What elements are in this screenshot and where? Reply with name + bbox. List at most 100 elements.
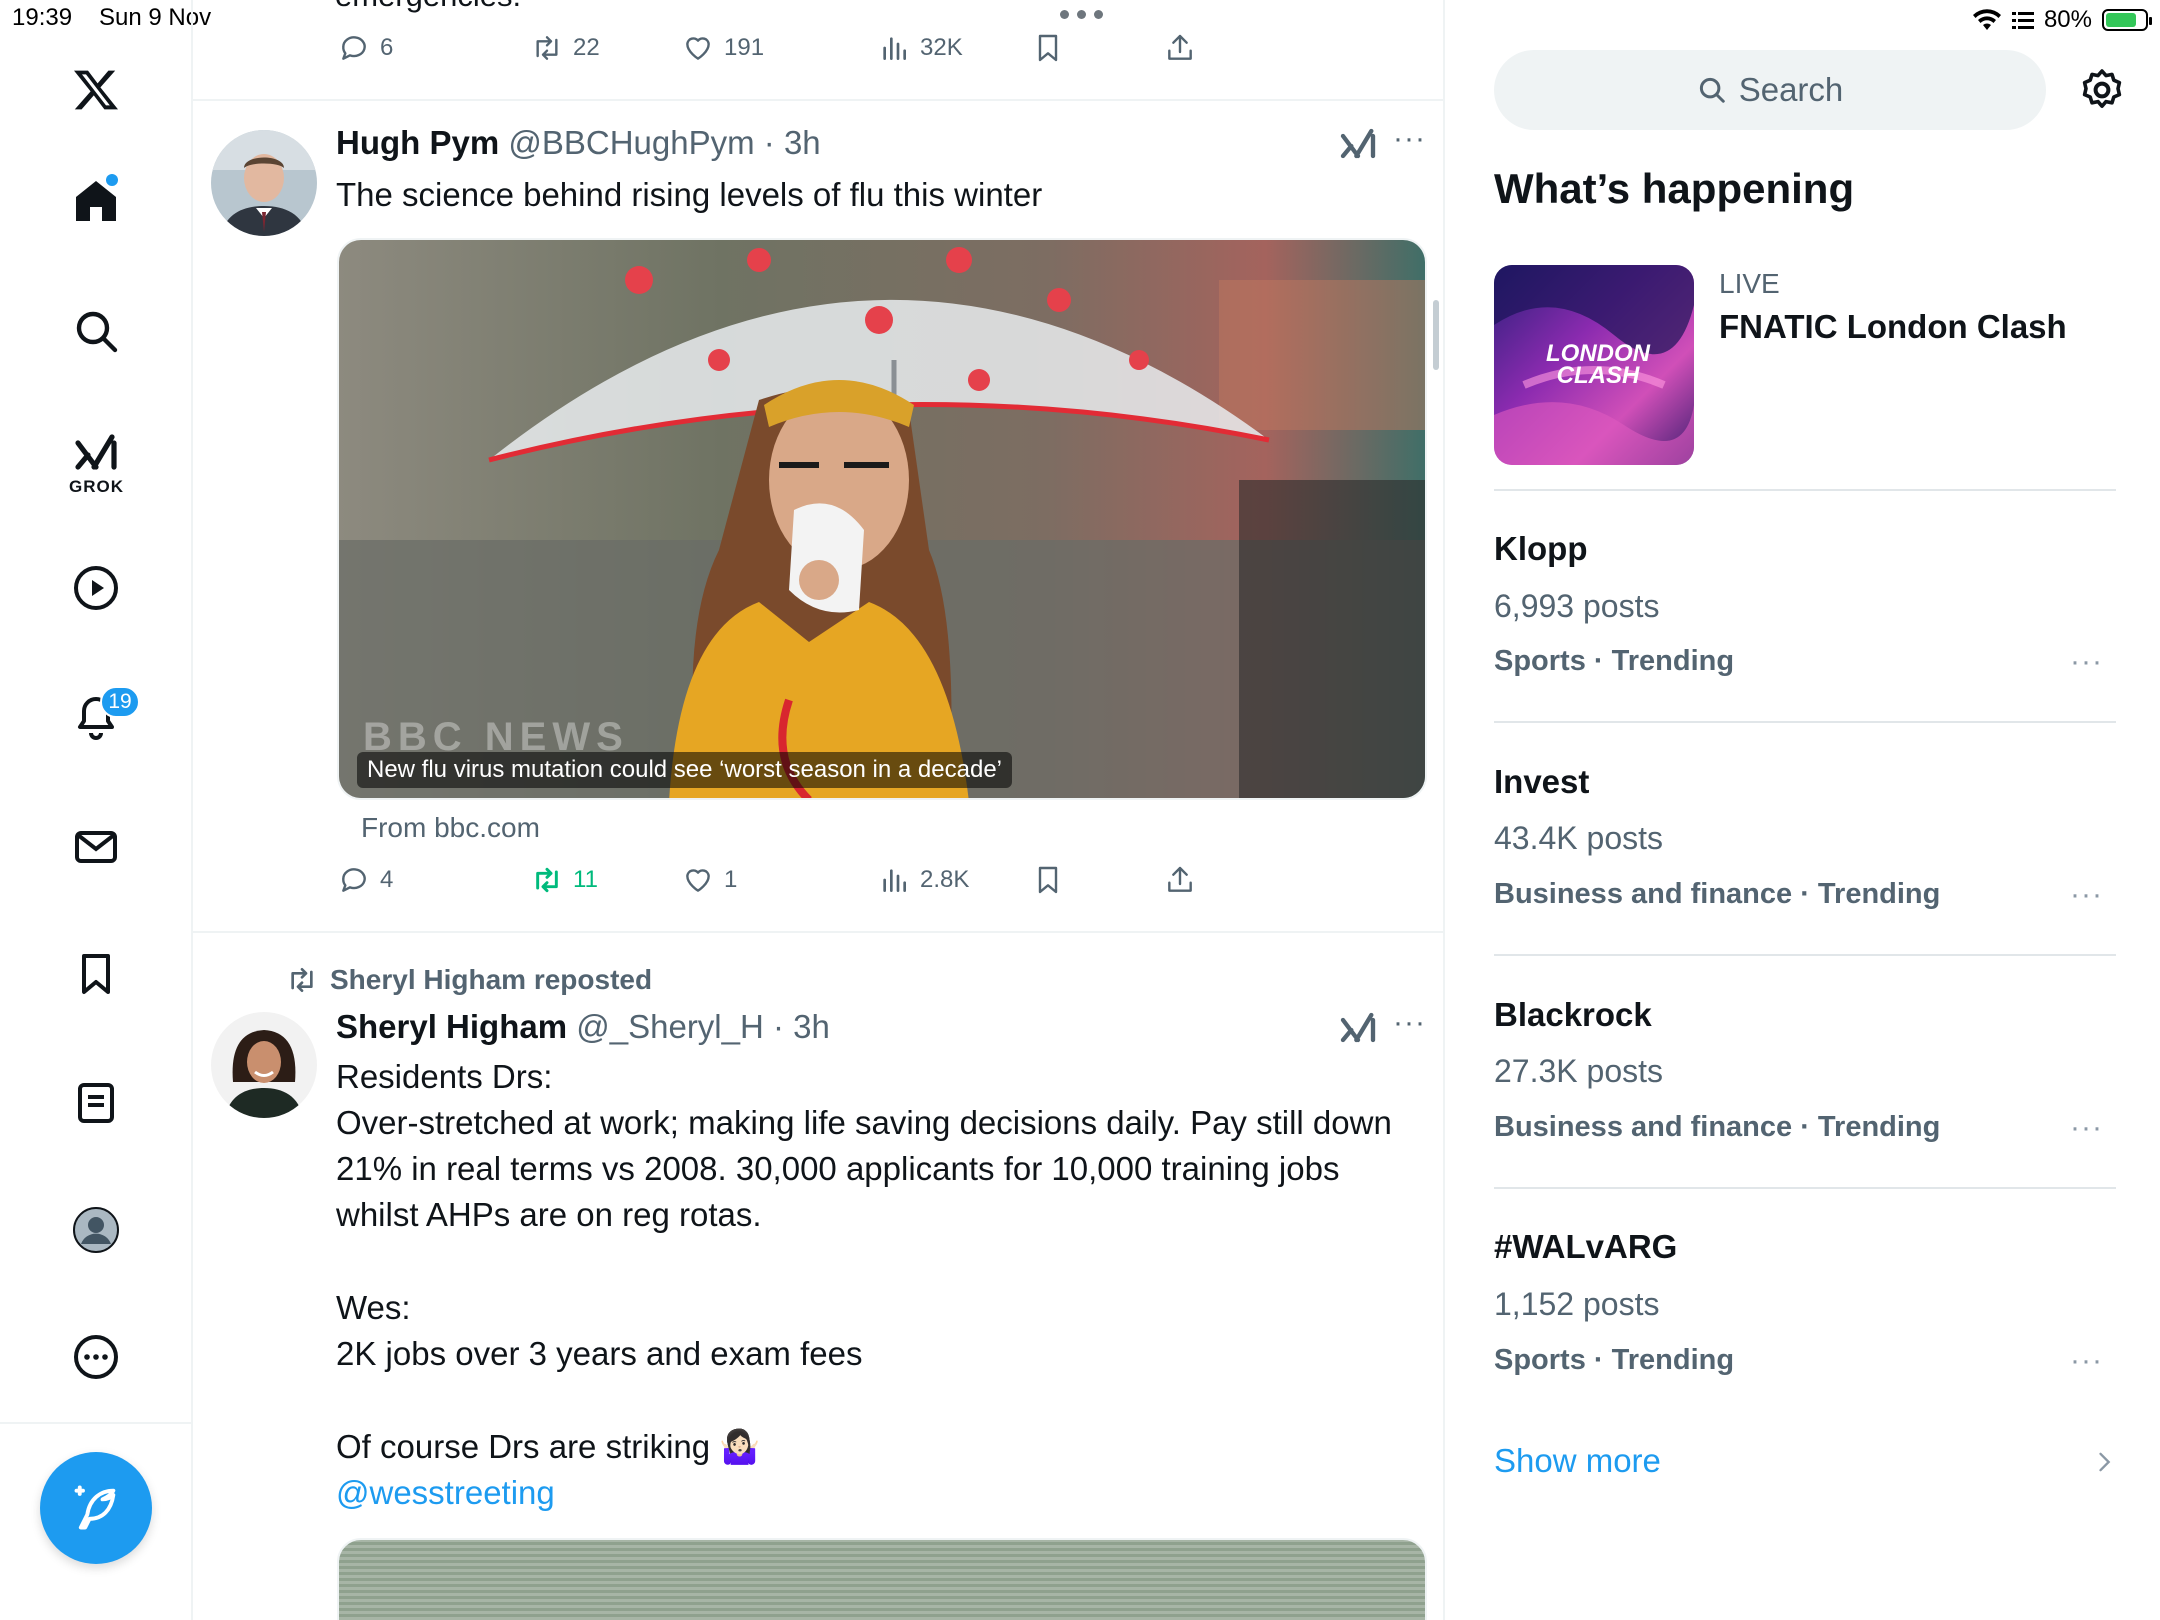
compose-post-button[interactable] bbox=[40, 1452, 152, 1564]
home-icon[interactable] bbox=[61, 166, 131, 236]
tweet-text-line: Wes: bbox=[336, 1289, 411, 1326]
trend-more-icon[interactable]: ··· bbox=[2070, 1111, 2103, 1145]
trend-post-count: 43.4K posts bbox=[1494, 820, 1663, 856]
grok-explain-icon[interactable] bbox=[1338, 126, 1378, 166]
reply-button[interactable]: 6 bbox=[338, 32, 393, 64]
tweet-time[interactable]: 3h bbox=[793, 1008, 830, 1045]
tweet-image[interactable] bbox=[337, 1538, 1427, 1620]
share-icon bbox=[1168, 866, 1192, 892]
side-nav: GROK 19 bbox=[0, 0, 193, 1620]
reply-button[interactable]: 4 bbox=[338, 864, 393, 896]
tweet-header: Sheryl Higham @_Sheryl_H · 3h bbox=[336, 1008, 830, 1045]
views-button[interactable]: 2.8K bbox=[878, 864, 969, 896]
settings-gear-icon[interactable] bbox=[2078, 66, 2126, 114]
reposted-by-label: Sheryl Higham reposted bbox=[330, 964, 653, 995]
repost-button[interactable]: 11 bbox=[531, 864, 598, 896]
trend-name[interactable]: Blackrock bbox=[1494, 996, 1652, 1034]
reply-icon bbox=[342, 36, 366, 60]
author-name[interactable]: Hugh Pym bbox=[336, 124, 499, 161]
section-divider bbox=[1494, 489, 2116, 491]
home-unread-dot bbox=[106, 174, 118, 186]
video-icon[interactable] bbox=[61, 553, 131, 623]
trend-name[interactable]: #WALvARG bbox=[1494, 1228, 1677, 1266]
link-card-source[interactable]: From bbc.com bbox=[361, 812, 540, 844]
x-logo-icon[interactable] bbox=[61, 55, 131, 125]
search-placeholder: Search bbox=[1738, 71, 1844, 108]
trend-name[interactable]: Klopp bbox=[1494, 530, 1587, 568]
grok-explain-icon[interactable] bbox=[1338, 1010, 1378, 1050]
reply-count: 4 bbox=[380, 866, 394, 893]
trend-more-icon[interactable]: ··· bbox=[2070, 1344, 2103, 1378]
live-thumbnail-text: LONDON CLASH bbox=[1546, 340, 1650, 389]
tweet-divider bbox=[193, 99, 1443, 101]
reply-count: 6 bbox=[380, 34, 394, 61]
link-card-image[interactable]: BBC NEWS New flu virus mutation could se… bbox=[337, 238, 1427, 800]
repost-button[interactable]: 22 bbox=[531, 32, 600, 64]
trend-more-icon[interactable]: ··· bbox=[2070, 645, 2103, 679]
scrollbar-thumb[interactable] bbox=[1433, 300, 1439, 370]
trend-category: Business and finance · Trending bbox=[1494, 1111, 1941, 1143]
messages-icon[interactable] bbox=[61, 812, 131, 882]
section-divider bbox=[1494, 1187, 2116, 1189]
avatar-sheryl-higham[interactable] bbox=[211, 1012, 317, 1118]
tweet-time[interactable]: 3h bbox=[784, 124, 821, 161]
views-button[interactable]: 32K bbox=[878, 32, 963, 64]
bookmark-button[interactable] bbox=[1032, 32, 1064, 64]
author-handle[interactable]: @_Sheryl_H bbox=[576, 1008, 764, 1045]
tweet-text: The science behind rising levels of flu … bbox=[336, 176, 1043, 213]
like-button[interactable]: 191 bbox=[682, 32, 764, 64]
trend-post-count: 1,152 posts bbox=[1494, 1286, 1660, 1322]
share-button[interactable] bbox=[1164, 32, 1196, 64]
tweet-text-paragraph: Over-stretched at work; making life savi… bbox=[336, 1104, 1392, 1233]
tweet-more-icon[interactable]: ··· bbox=[1393, 1006, 1426, 1040]
more-options-icon[interactable] bbox=[61, 1322, 131, 1392]
reposted-by[interactable]: Sheryl Higham reposted bbox=[286, 964, 652, 996]
status-indicators: 80% bbox=[1972, 6, 2152, 34]
search-icon[interactable] bbox=[61, 296, 131, 366]
tweet-actions: 4 11 1 2.8K bbox=[338, 864, 1338, 904]
notifications-badge: 19 bbox=[100, 686, 140, 718]
search-icon bbox=[1699, 77, 1725, 103]
link-card-caption: New flu virus mutation could see ‘worst … bbox=[357, 752, 1012, 788]
lists-icon[interactable] bbox=[61, 1068, 131, 1138]
grok-label: GROK bbox=[69, 477, 124, 496]
repost-icon bbox=[536, 36, 558, 60]
avatar-hugh-pym[interactable] bbox=[211, 130, 317, 236]
tweet-text-line: Of course Drs are striking 🤷🏻‍♀️ bbox=[336, 1428, 761, 1465]
like-button[interactable]: 1 bbox=[682, 864, 737, 896]
tweet-more-icon[interactable]: ··· bbox=[1393, 122, 1426, 156]
trend-name[interactable]: Invest bbox=[1494, 763, 1589, 801]
views-chart-icon bbox=[883, 869, 906, 892]
repost-icon bbox=[536, 867, 558, 893]
compose-feather-icon bbox=[74, 1485, 116, 1530]
reply-icon bbox=[342, 868, 366, 892]
show-more-link[interactable]: Show more bbox=[1494, 1442, 1661, 1480]
author-name[interactable]: Sheryl Higham bbox=[336, 1008, 567, 1045]
tweet-text-line: 2K jobs over 3 years and exam fees bbox=[336, 1335, 863, 1372]
live-event-thumbnail[interactable]: LONDON CLASH bbox=[1494, 265, 1694, 465]
mention-link[interactable]: @wesstreeting bbox=[336, 1470, 1416, 1516]
like-count: 1 bbox=[724, 866, 738, 893]
trend-post-count: 6,993 posts bbox=[1494, 588, 1660, 624]
live-label: LIVE bbox=[1719, 268, 1780, 299]
repost-count: 11 bbox=[573, 866, 598, 893]
search-input[interactable]: Search bbox=[1494, 50, 2046, 130]
timeline: emergencies. 6 22 191 32K bbox=[193, 0, 1445, 1620]
share-icon bbox=[1168, 34, 1192, 60]
repost-count: 22 bbox=[573, 34, 600, 61]
chevron-right-icon[interactable] bbox=[2090, 1448, 2118, 1476]
live-event-title[interactable]: FNATIC London Clash bbox=[1719, 308, 2067, 346]
trend-more-icon[interactable]: ··· bbox=[2070, 878, 2103, 912]
battery-icon bbox=[2102, 9, 2152, 31]
section-title: What’s happening bbox=[1494, 165, 1855, 212]
nav-divider bbox=[0, 1422, 193, 1424]
author-handle[interactable]: @BBCHughPym bbox=[508, 124, 754, 161]
profile-avatar-icon[interactable] bbox=[61, 1195, 131, 1265]
bookmark-button[interactable] bbox=[1032, 864, 1064, 896]
previous-tweet-text: emergencies. bbox=[335, 0, 521, 14]
bookmark-icon bbox=[1038, 866, 1058, 894]
orientation-lock-icon bbox=[2011, 12, 2034, 29]
share-button[interactable] bbox=[1164, 864, 1196, 896]
trend-category: Business and finance · Trending bbox=[1494, 878, 1941, 910]
bookmarks-icon[interactable] bbox=[61, 939, 131, 1009]
